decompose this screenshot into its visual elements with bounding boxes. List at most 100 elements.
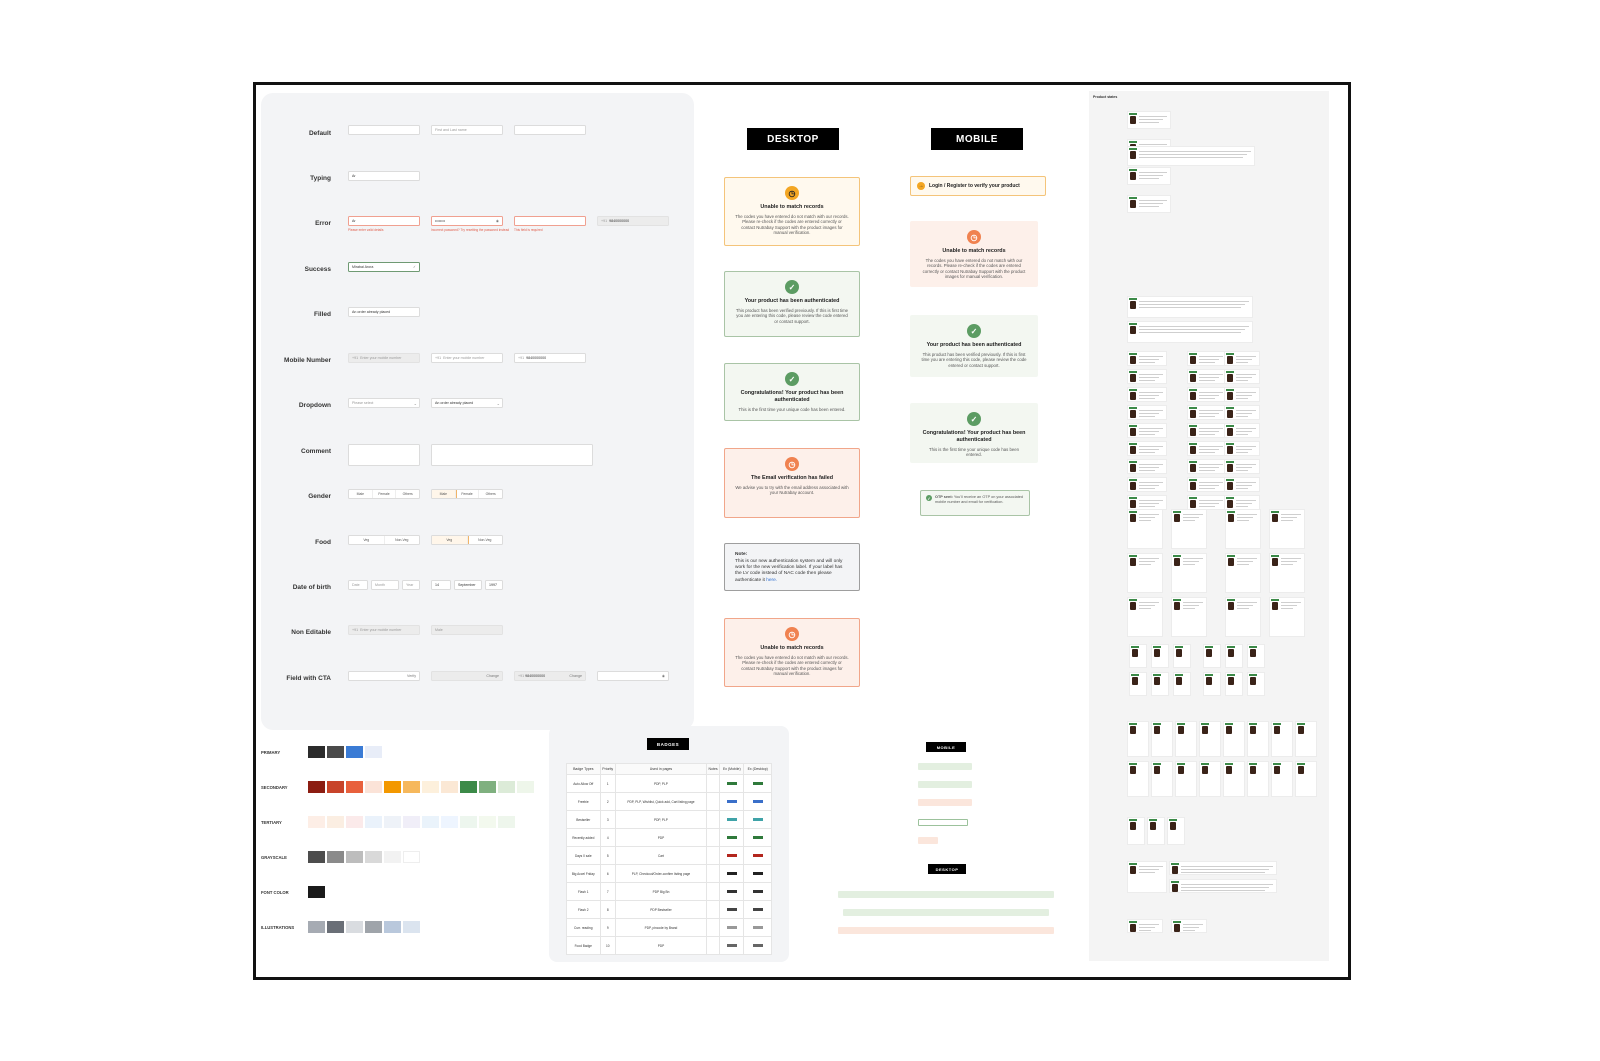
product-card[interactable] — [1224, 369, 1260, 384]
product-card[interactable] — [1127, 111, 1171, 129]
gender-selector-selected[interactable]: Male Female Others — [431, 489, 503, 499]
filled-input[interactable]: An order already placed — [348, 307, 420, 317]
product-card[interactable] — [1295, 761, 1317, 797]
product-card[interactable] — [1295, 721, 1317, 757]
eye-icon[interactable]: ◉ — [662, 674, 665, 678]
dob-date[interactable]: Date — [348, 580, 368, 590]
product-card[interactable] — [1171, 919, 1207, 933]
product-card[interactable] — [1127, 441, 1167, 456]
product-card[interactable] — [1129, 672, 1147, 696]
product-card[interactable] — [1187, 441, 1227, 456]
mobile-default-input[interactable]: +91 Enter your mobile number — [348, 353, 420, 363]
product-card[interactable] — [1187, 423, 1227, 438]
product-card[interactable] — [1225, 509, 1261, 549]
product-card[interactable] — [1224, 459, 1260, 474]
product-card[interactable] — [1173, 644, 1191, 668]
default-placeholder-input[interactable]: First and Last name — [431, 125, 503, 135]
product-card[interactable] — [1151, 644, 1169, 668]
product-card[interactable] — [1127, 553, 1163, 593]
product-card[interactable] — [1224, 495, 1260, 510]
product-card[interactable] — [1171, 597, 1207, 637]
product-card[interactable] — [1127, 721, 1149, 757]
product-card[interactable] — [1187, 459, 1227, 474]
product-card[interactable] — [1247, 672, 1265, 696]
food-selector[interactable]: Veg Non-Veg — [348, 535, 420, 545]
product-card[interactable] — [1127, 817, 1145, 845]
default-caption-input[interactable] — [514, 125, 586, 135]
product-card[interactable] — [1175, 761, 1197, 797]
product-card[interactable] — [1269, 597, 1305, 637]
product-card[interactable] — [1127, 597, 1163, 637]
product-card[interactable] — [1169, 861, 1277, 875]
product-card[interactable] — [1127, 495, 1167, 510]
dob-date[interactable]: 14 — [431, 580, 451, 590]
comment-textarea[interactable] — [348, 444, 420, 466]
gender-female[interactable]: Female — [456, 490, 480, 498]
product-card[interactable] — [1167, 817, 1185, 845]
product-card[interactable] — [1127, 761, 1149, 797]
product-card[interactable] — [1169, 879, 1277, 893]
dropdown-default[interactable]: Please select ⌄ — [348, 398, 420, 408]
product-card[interactable] — [1127, 351, 1167, 366]
product-card[interactable] — [1225, 553, 1261, 593]
food-veg[interactable]: Veg — [432, 536, 469, 544]
default-input[interactable] — [348, 125, 420, 135]
product-card[interactable] — [1225, 672, 1243, 696]
product-card[interactable] — [1175, 721, 1197, 757]
success-input[interactable]: Mirabai Arora ✓ — [348, 262, 420, 272]
product-card[interactable] — [1151, 721, 1173, 757]
dob-year[interactable]: 1997 — [485, 580, 503, 590]
product-card[interactable] — [1127, 195, 1171, 213]
product-card[interactable] — [1224, 405, 1260, 420]
product-card[interactable] — [1151, 761, 1173, 797]
gender-others[interactable]: Others — [396, 490, 419, 498]
product-card[interactable] — [1127, 405, 1167, 420]
mobile-filled-input[interactable]: +91 9840000000 — [514, 353, 586, 363]
product-card[interactable] — [1127, 369, 1167, 384]
product-card[interactable] — [1199, 721, 1221, 757]
product-card[interactable] — [1247, 761, 1269, 797]
error-input[interactable]: Ar — [348, 216, 420, 226]
product-card[interactable] — [1187, 351, 1227, 366]
gender-male[interactable]: Male — [349, 490, 373, 498]
product-card[interactable] — [1129, 644, 1147, 668]
here-link[interactable]: here. — [766, 578, 777, 583]
verify-button[interactable]: Verify — [407, 674, 416, 678]
product-card[interactable] — [1187, 495, 1227, 510]
product-card[interactable] — [1147, 817, 1165, 845]
product-card[interactable] — [1269, 509, 1305, 549]
comment-textarea-wide[interactable] — [431, 444, 593, 466]
product-card[interactable] — [1127, 167, 1171, 185]
product-card[interactable] — [1187, 369, 1227, 384]
product-card[interactable] — [1271, 721, 1293, 757]
product-card[interactable] — [1127, 321, 1253, 343]
product-card[interactable] — [1271, 761, 1293, 797]
product-card[interactable] — [1187, 387, 1227, 402]
mobile-focus-input[interactable]: +91 Enter your mobile number — [431, 353, 503, 363]
product-card[interactable] — [1127, 459, 1167, 474]
login-banner[interactable]: → Login / Register to verify your produc… — [910, 176, 1046, 196]
product-card[interactable] — [1127, 509, 1163, 549]
product-card[interactable] — [1127, 296, 1253, 318]
product-card[interactable] — [1224, 441, 1260, 456]
product-card[interactable] — [1224, 423, 1260, 438]
dob-year[interactable]: Year — [402, 580, 420, 590]
product-card[interactable] — [1127, 477, 1167, 492]
product-card[interactable] — [1225, 644, 1243, 668]
dob-month[interactable]: Month — [371, 580, 399, 590]
change-button[interactable]: Change — [486, 674, 499, 678]
food-veg[interactable]: Veg — [349, 536, 385, 544]
product-card[interactable] — [1223, 721, 1245, 757]
product-card[interactable] — [1127, 146, 1255, 166]
food-nonveg[interactable]: Non-Veg — [468, 536, 503, 544]
product-card[interactable] — [1269, 553, 1305, 593]
product-card[interactable] — [1187, 477, 1227, 492]
required-input[interactable] — [514, 216, 586, 226]
cta-input[interactable]: Verify — [348, 671, 420, 681]
food-nonveg[interactable]: Non-Veg — [385, 536, 420, 544]
product-card[interactable] — [1127, 919, 1163, 933]
product-card[interactable] — [1247, 644, 1265, 668]
product-card[interactable] — [1127, 387, 1167, 402]
product-card[interactable] — [1151, 672, 1169, 696]
product-card[interactable] — [1187, 405, 1227, 420]
